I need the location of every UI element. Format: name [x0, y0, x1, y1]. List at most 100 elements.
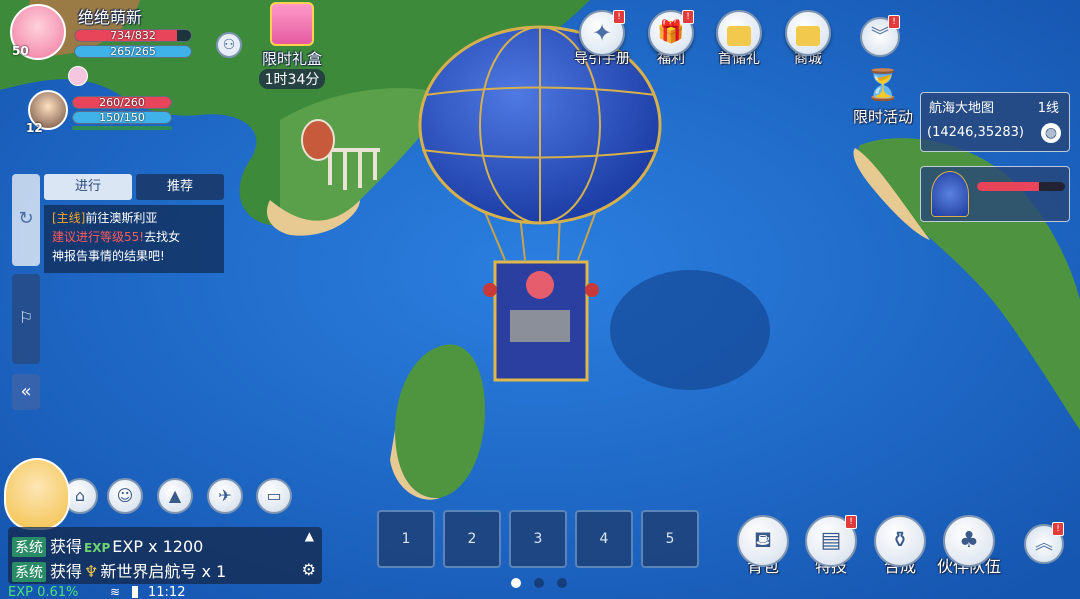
collapse-top-button[interactable]: ︾ !	[860, 15, 900, 57]
tab-recommended[interactable]: 推荐	[136, 174, 224, 200]
chevron-down-icon: ︾	[871, 26, 889, 47]
exp-status: EXP 0.61%	[8, 585, 79, 599]
partner-level: 12	[26, 121, 43, 135]
emote-button[interactable]: ☺	[107, 478, 143, 514]
skill-slot-2[interactable]: 2	[443, 510, 501, 568]
airship-hp-bar	[977, 182, 1065, 191]
player-mp-text: 265/265	[110, 45, 156, 58]
skill-slot-1[interactable]: 1	[377, 510, 435, 568]
alert-badge: !	[845, 515, 857, 529]
airship-hp-fill	[977, 182, 1039, 191]
double-chevron-left-icon: «	[20, 381, 32, 402]
top-btn-welfare[interactable]: 🎁! 福利	[641, 10, 701, 68]
skill-slot-4[interactable]: 4	[575, 510, 633, 568]
chat-item: EXP x 1200	[112, 537, 204, 556]
globe-icon: ◍	[1041, 123, 1061, 143]
chat-panel[interactable]: 系统 获得 EXP EXP x 1200 系统 获得 ♆ 新世界启航号 x 1 ▲ ⚙	[8, 527, 322, 584]
partner-hp-bar: 260/260	[72, 96, 172, 109]
alert-badge: !	[1052, 522, 1064, 536]
alert-badge: !	[682, 10, 694, 24]
expand-menu-button[interactable]: ︽ !	[1024, 522, 1064, 564]
tab-in-progress[interactable]: 进行	[44, 174, 132, 200]
chat-line-2: 系统 获得 ♆ 新世界启航号 x 1	[12, 558, 226, 582]
shopping-bag-icon	[727, 26, 751, 46]
clock-text: 11:12	[148, 585, 186, 599]
screen-button[interactable]: ▭	[256, 478, 292, 514]
team-icon-small[interactable]: ⚇	[216, 32, 242, 58]
chat-line-1: 系统 获得 EXP EXP x 1200	[12, 533, 203, 557]
chevron-up-icon: ︽	[1035, 533, 1053, 554]
gear-icon[interactable]: ⚙	[302, 560, 316, 579]
quest-title-line: [主线]前往澳斯利亚	[52, 209, 216, 228]
quest-desc-line-2: 神报告事情的结果吧!	[52, 249, 165, 263]
quest-desc-highlight: 建议进行等级55!	[52, 230, 145, 244]
flag-button[interactable]: ⚐	[12, 274, 40, 364]
partner-mp-text: 150/150	[99, 111, 145, 124]
top-btn-guide[interactable]: ✦! 导引手册	[572, 10, 632, 68]
gift-box-icon	[270, 2, 314, 46]
craft-button[interactable]: ⚱ 合成	[865, 515, 935, 577]
gift-label: 限时礼盒	[261, 50, 322, 68]
running-icon: ✈	[218, 486, 232, 505]
top-btn-shop[interactable]: 商城	[778, 10, 838, 68]
collapse-left-button[interactable]: «	[12, 374, 40, 410]
page-dot[interactable]	[557, 578, 567, 588]
map-coords: (14246,35283)	[927, 125, 1024, 140]
quest-title: 前往澳斯利亚	[85, 211, 158, 225]
map-name: 航海大地图	[929, 101, 995, 116]
chat-expand-icon[interactable]: ▲	[305, 529, 314, 543]
chat-text: 获得	[50, 537, 83, 556]
airship-status-panel[interactable]	[920, 166, 1070, 222]
airship-icon	[931, 171, 969, 217]
player-name: 绝绝萌新	[78, 8, 143, 27]
alert-badge: !	[888, 15, 900, 29]
buff-icon[interactable]	[68, 66, 88, 86]
wifi-icon: ≋	[110, 585, 121, 599]
gift-timer: 1时34分	[258, 69, 326, 89]
map-info-panel[interactable]: 航海大地图 1线 (14246,35283) ◍	[920, 92, 1070, 152]
hourglass-icon: ⏳	[864, 68, 902, 103]
tent-icon: ▲	[168, 486, 182, 505]
system-tag: 系统	[12, 562, 46, 582]
partner-team-button[interactable]: ♣ 伙伴队伍	[934, 515, 1004, 577]
limited-event-button[interactable]: ⏳ 限时活动	[846, 66, 920, 127]
partner-mp-bar: 150/150	[72, 111, 172, 124]
page-dot-active[interactable]	[511, 578, 521, 588]
shopping-bag-star-icon	[796, 26, 820, 46]
limited-gift-button[interactable]: 限时礼盒 1时34分	[252, 0, 332, 90]
partner-exp-bar	[72, 126, 172, 130]
trophy-icon: ♆	[84, 562, 99, 581]
flag-icon: ⚐	[18, 308, 34, 327]
quest-desc-line: 建议进行等级55!去找女	[52, 228, 216, 247]
limited-event-label: 限时活动	[852, 108, 913, 126]
run-button[interactable]: ✈	[207, 478, 243, 514]
player-mp-bar: 265/265	[74, 45, 192, 58]
skill-book-button[interactable]: ▤! 特技	[796, 515, 866, 577]
alert-badge: !	[613, 10, 625, 24]
refresh-icon: ↻	[18, 208, 34, 229]
team-icon: ♣	[959, 528, 979, 553]
battery-icon	[132, 586, 138, 598]
skill-slot-3[interactable]: 3	[509, 510, 567, 568]
player-level: 50	[12, 44, 29, 58]
camp-button[interactable]: ▲	[157, 478, 193, 514]
chat-item: 新世界启航号 x 1	[100, 562, 227, 581]
bag-button[interactable]: ⛾ 背包	[728, 515, 798, 577]
quest-desc-rest: 去找女	[144, 230, 181, 244]
partner-hp-text: 260/260	[99, 96, 145, 109]
system-tag: 系统	[12, 537, 46, 557]
map-line: 1线	[1037, 101, 1059, 116]
top-btn-first-recharge[interactable]: 首储礼	[709, 10, 769, 68]
quest-tracker[interactable]: [主线]前往澳斯利亚 建议进行等级55!去找女 神报告事情的结果吧!	[44, 205, 224, 273]
mascot-avatar[interactable]	[4, 458, 70, 530]
smile-icon: ☺	[116, 486, 134, 505]
skill-slot-5[interactable]: 5	[641, 510, 699, 568]
player-hp-bar: 734/832	[74, 29, 192, 42]
backpack-icon: ⛾	[754, 528, 772, 553]
player-hp-text: 734/832	[110, 29, 156, 42]
pot-icon: ⚱	[890, 528, 910, 553]
page-dot[interactable]	[534, 578, 544, 588]
exp-tag: EXP	[84, 541, 111, 555]
quest-toggle-button[interactable]: ↻	[12, 174, 40, 266]
quest-tag: [主线]	[52, 211, 86, 225]
